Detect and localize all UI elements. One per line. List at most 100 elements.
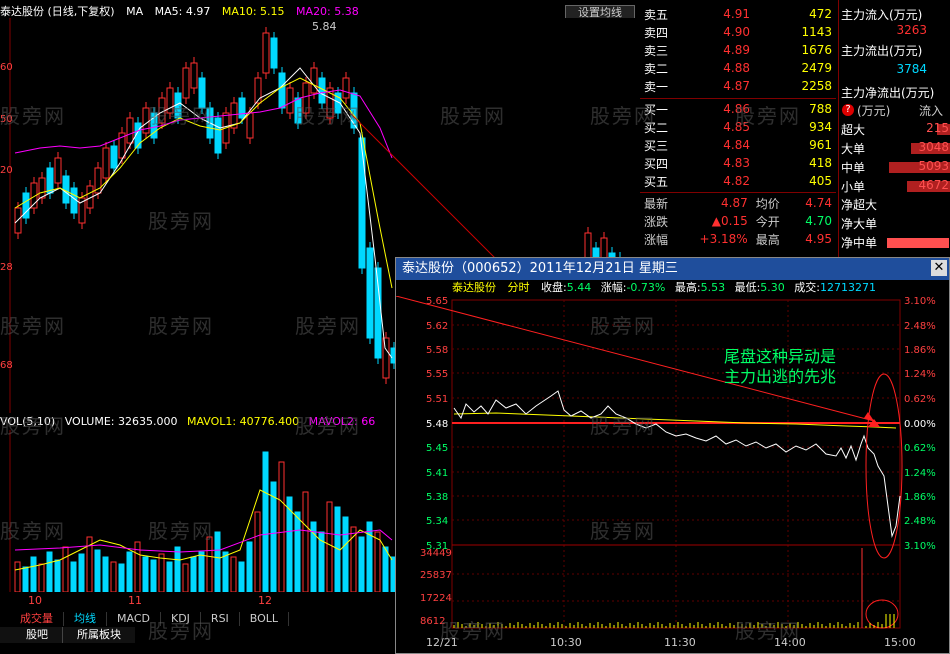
- tab-macd[interactable]: MACD: [107, 612, 161, 626]
- mavol2-value: MAVOL2: 66: [308, 415, 376, 428]
- popup-title: 泰达股份（000652）2011年12月21日 星期三: [402, 261, 678, 276]
- info-icon[interactable]: ?: [842, 104, 854, 116]
- candle: [102, 147, 110, 179]
- candle: [262, 32, 270, 74]
- pct-tick: 1.24%: [904, 369, 936, 380]
- pct-tick: 3.10%: [904, 296, 936, 307]
- month-axis: 10 11 12: [0, 594, 395, 608]
- sell-price: 4.88: [723, 61, 750, 75]
- pct-label: 涨幅: [644, 232, 669, 247]
- annotation-line1: 尾盘这种异动是: [724, 347, 836, 366]
- change-value: ▲0.15: [711, 214, 748, 228]
- volume-bar: [150, 559, 157, 592]
- info-close-value: 5.44: [566, 281, 592, 294]
- intraday-popup: 泰达股份（000652）2011年12月21日 星期三 ✕ 泰达股份 分时 收盘…: [395, 257, 950, 654]
- fund-row-value: 215: [926, 121, 949, 135]
- volume-bar: [206, 536, 213, 592]
- open-label: 今开: [755, 214, 780, 229]
- buy-volume: 418: [809, 156, 832, 170]
- latest-value: 4.87: [721, 196, 748, 210]
- sell-volume: 472: [809, 7, 832, 21]
- kline-ytick: 68: [0, 360, 13, 371]
- buy-price: 4.86: [723, 102, 750, 116]
- price-tick: 5.45: [426, 443, 448, 454]
- buy-row: 买五 4.82 405: [642, 172, 834, 190]
- fund-row-label: 小单: [841, 180, 866, 194]
- sell-row: 卖四 4.90 1143: [642, 23, 834, 41]
- fund-row-value: 3048: [918, 140, 949, 154]
- candle: [270, 37, 278, 69]
- price-tick: 5.58: [426, 345, 448, 356]
- volume-bar: [30, 556, 37, 592]
- time-label: 15:00: [884, 636, 916, 649]
- candle: [358, 137, 366, 269]
- ma-label: MA: [126, 5, 144, 18]
- stock-title: 泰达股份: [0, 5, 44, 18]
- volume-bar: [70, 561, 77, 592]
- open-value: 4.70: [805, 214, 832, 228]
- close-button[interactable]: ✕: [931, 260, 947, 276]
- buy-price: 4.83: [723, 156, 750, 170]
- sell-volume: 2258: [801, 79, 832, 93]
- volume-bar: [382, 546, 389, 592]
- tab-kdj[interactable]: KDJ: [161, 612, 201, 626]
- sell-label: 卖四: [644, 25, 669, 40]
- candle: [254, 77, 262, 104]
- info-high-value: 5.53: [700, 281, 726, 294]
- intraday-chart: 5.65 5.62 5.58 5.55 5.51 5.48 5.45 5.41 5.38 5.34…: [396, 296, 949, 653]
- inflow-label: 主力流入(万元): [841, 8, 923, 22]
- kline-ytick: 28: [0, 262, 13, 273]
- price-tick: 5.34: [426, 516, 448, 527]
- time-label: 11:30: [664, 636, 696, 649]
- tab-volume[interactable]: 成交量: [10, 612, 64, 626]
- price-tick: 5.62: [426, 321, 448, 332]
- volume-bar: [278, 461, 285, 592]
- price-tick: 5.65: [426, 296, 448, 307]
- sell-volume: 1676: [801, 43, 832, 57]
- price-tick: 5.38: [426, 492, 448, 503]
- volume-bar: [366, 521, 373, 592]
- price-tick: 5.48: [426, 419, 448, 430]
- volume-bar: [190, 556, 197, 592]
- flow-in-label: 流入: [918, 104, 943, 118]
- buy-volume: 405: [809, 174, 832, 188]
- kline-header: 泰达股份 (日线,下复权) MA MA5: 4.97 MA10: 5.15 MA…: [0, 3, 640, 18]
- close-icon: ✕: [933, 260, 945, 275]
- volume-header: VOL(5,10) VOLUME: 32635.000 MAVOL1: 4077…: [0, 415, 400, 429]
- unit-label: (万元): [857, 104, 891, 118]
- sell-label: 卖三: [644, 43, 669, 58]
- kline-ytick: 50: [0, 114, 13, 125]
- buy-volume: 961: [809, 138, 832, 152]
- sell-row: 卖三 4.89 1676: [642, 41, 834, 59]
- kline-mode: (日线,下复权): [47, 5, 115, 18]
- tab-ma[interactable]: 均线: [64, 612, 107, 626]
- pct-value: +3.18%: [699, 232, 748, 246]
- pct-tick: 0.00%: [904, 419, 936, 430]
- book-divider2: [640, 192, 836, 193]
- volume-bar: [166, 561, 173, 592]
- volume-bar: [374, 531, 381, 592]
- sell-row: 卖一 4.87 2258: [642, 77, 834, 95]
- volume-bar: [222, 551, 229, 592]
- tab-sector[interactable]: 所属板块: [63, 627, 135, 643]
- pct-tick: 1.86%: [904, 492, 936, 503]
- sell-label: 卖五: [644, 7, 669, 22]
- popup-title-bar: 泰达股份（000652）2011年12月21日 星期三 ✕: [396, 258, 949, 280]
- ma10-value: MA10: 5.15: [221, 5, 285, 18]
- tab-guba[interactable]: 股吧: [0, 627, 63, 643]
- volume-bar: [158, 553, 165, 592]
- candle: [214, 117, 222, 154]
- volume-bar: [102, 556, 109, 592]
- net-label: 主力净流出(万元): [841, 86, 935, 100]
- volume-bar: [246, 541, 253, 592]
- buy-price: 4.84: [723, 138, 750, 152]
- buy-row: 买三 4.84 961: [642, 136, 834, 154]
- volume-bar: [78, 553, 85, 592]
- tab-rsi[interactable]: RSI: [201, 612, 240, 626]
- volume-bar: [358, 536, 365, 592]
- vol-indicator: VOL(5,10): [0, 415, 56, 428]
- pct-tick: 2.48%: [904, 321, 936, 332]
- buy-volume: 788: [809, 102, 832, 116]
- time-label: 12/21: [426, 636, 458, 649]
- tab-boll[interactable]: BOLL: [240, 612, 290, 626]
